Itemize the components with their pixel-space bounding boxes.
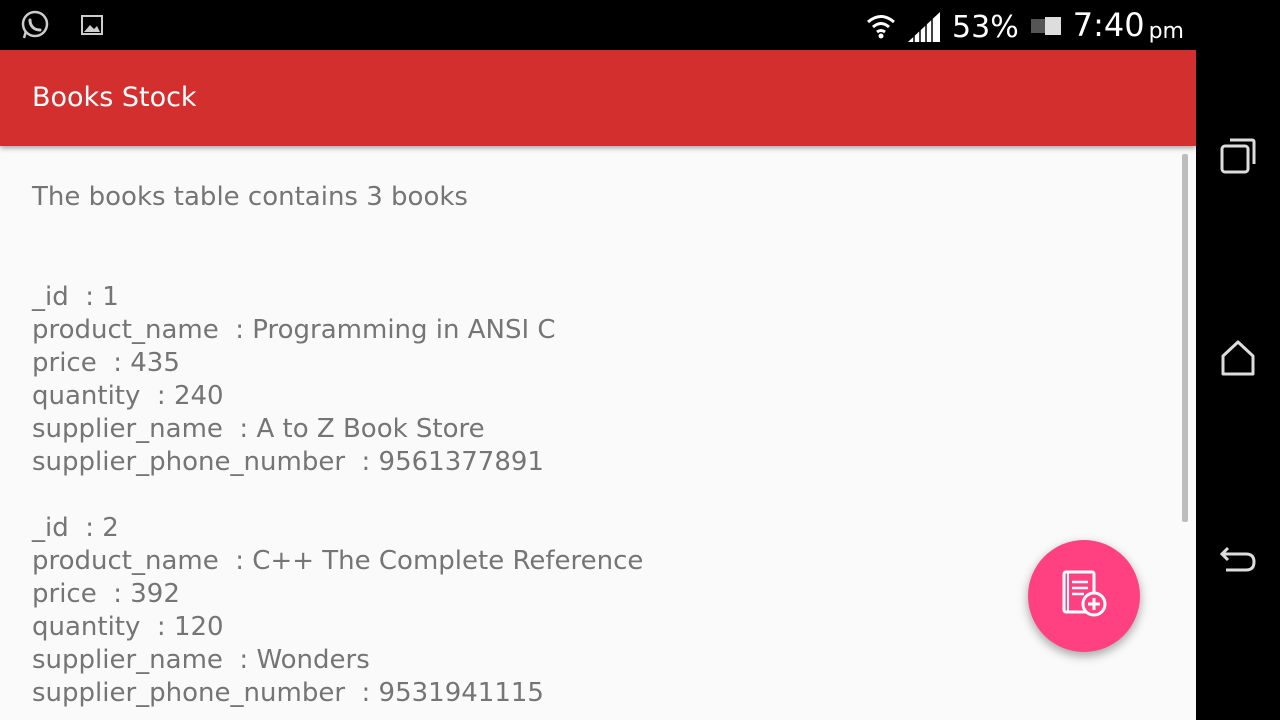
home-icon xyxy=(1218,340,1258,382)
add-book-button[interactable] xyxy=(1028,540,1140,652)
clock: 7:40 pm xyxy=(1073,6,1184,49)
record-product-name: product_name : Programming in ANSI C xyxy=(32,315,556,345)
back-button[interactable] xyxy=(1218,538,1258,578)
recents-icon xyxy=(1218,138,1258,180)
battery-percent: 53% xyxy=(952,9,1019,45)
record-quantity: quantity : 240 xyxy=(32,381,224,411)
app-title: Books Stock xyxy=(32,82,197,113)
record-product-name: product_name : C++ The Complete Referenc… xyxy=(32,546,644,576)
record-quantity: quantity : 120 xyxy=(32,612,224,642)
books-content[interactable]: The books table contains 3 books _id : 1… xyxy=(0,146,1196,720)
record-supplier-name: supplier_name : A to Z Book Store xyxy=(32,414,485,444)
record-price: price : 392 xyxy=(32,579,180,609)
whatsapp-icon xyxy=(20,10,50,44)
battery-icon xyxy=(1029,15,1063,41)
system-nav-bar xyxy=(1196,0,1280,720)
app-bar: Books Stock xyxy=(0,50,1196,146)
record-price: price : 435 xyxy=(32,348,180,378)
book-record: _id : 2 product_name : C++ The Complete … xyxy=(32,512,643,710)
add-book-icon xyxy=(1058,568,1110,624)
record-id: _id : 2 xyxy=(32,513,119,543)
clock-time: 7:40 xyxy=(1072,6,1145,44)
back-icon xyxy=(1218,546,1258,582)
books-summary: The books table contains 3 books xyxy=(32,182,468,212)
scrollbar[interactable] xyxy=(1182,154,1188,522)
record-supplier-name: supplier_name : Wonders xyxy=(32,645,370,675)
book-record: _id : 1 product_name : Programming in AN… xyxy=(32,281,643,479)
book-records-list: _id : 1 product_name : Programming in AN… xyxy=(32,281,643,720)
gallery-icon xyxy=(80,13,104,41)
status-bar: 53% 7:40 pm xyxy=(0,0,1196,50)
record-id: _id : 1 xyxy=(32,282,119,312)
wifi-icon xyxy=(866,13,896,43)
record-supplier-phone: supplier_phone_number : 9561377891 xyxy=(32,447,544,477)
signal-icon xyxy=(906,10,942,46)
home-button[interactable] xyxy=(1218,338,1258,378)
record-supplier-phone: supplier_phone_number : 9531941115 xyxy=(32,678,544,708)
recents-button[interactable] xyxy=(1218,136,1258,176)
clock-ampm: pm xyxy=(1148,19,1184,44)
